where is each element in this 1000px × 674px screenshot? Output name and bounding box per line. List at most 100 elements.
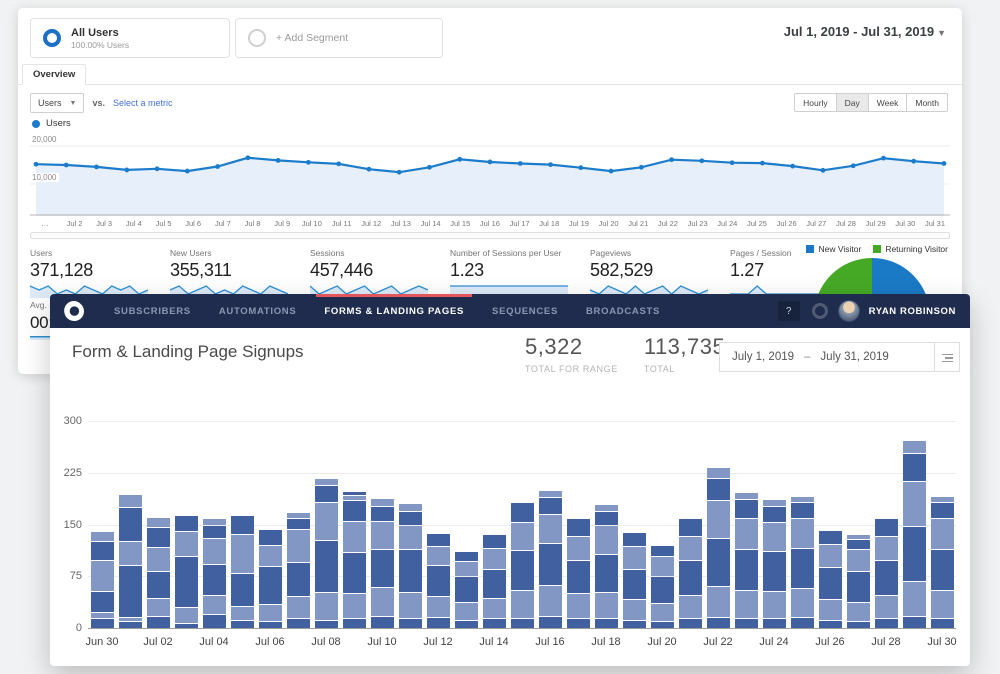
bar-segment bbox=[315, 503, 338, 540]
bar-segment bbox=[119, 542, 142, 565]
metric-label: Sessions bbox=[310, 248, 436, 258]
ga-y-tick-label: 10,000 bbox=[32, 173, 59, 182]
date-separator: – bbox=[804, 351, 810, 363]
tab-overview[interactable]: Overview bbox=[22, 64, 86, 85]
bar-segment bbox=[539, 586, 562, 616]
granularity-hourly-button[interactable]: Hourly bbox=[794, 93, 837, 112]
bar-segment bbox=[287, 619, 310, 628]
nav-item-automations[interactable]: AUTOMATIONS bbox=[205, 294, 311, 328]
page-title: Form & Landing Page Signups bbox=[72, 342, 304, 362]
bar-segment bbox=[203, 519, 226, 525]
bar-segment bbox=[483, 535, 506, 548]
bar-segment bbox=[651, 546, 674, 557]
bar-segment bbox=[931, 550, 954, 590]
bar-segment bbox=[455, 562, 478, 576]
ga-x-tick-label: Jul 23 bbox=[683, 219, 713, 228]
legend-label: New Visitor bbox=[818, 244, 861, 254]
bar-segment bbox=[343, 553, 366, 593]
stat-block: 113,735 TOTAL bbox=[644, 334, 725, 374]
bar-segment bbox=[903, 582, 926, 616]
granularity-month-button[interactable]: Month bbox=[907, 93, 948, 112]
bar-segment bbox=[623, 547, 646, 569]
granularity-day-button[interactable]: Day bbox=[837, 93, 869, 112]
ga-date-range-selector[interactable]: Jul 1, 2019 - Jul 31, 2019▼ bbox=[784, 24, 946, 39]
ga-chart-legend: Users bbox=[32, 118, 71, 129]
bar-segment bbox=[567, 561, 590, 593]
bar-segment bbox=[203, 565, 226, 595]
convertkit-logo-icon[interactable] bbox=[62, 299, 86, 323]
bar-segment bbox=[231, 607, 254, 620]
ga-users-line-chart: 20,00010,000 bbox=[30, 130, 950, 216]
chevron-down-icon: ▼ bbox=[937, 28, 946, 38]
bar-segment bbox=[567, 537, 590, 560]
bar-segment bbox=[287, 597, 310, 618]
ga-x-tick-label: Jul 25 bbox=[742, 219, 772, 228]
ck-nav-menu: SUBSCRIBERSAUTOMATIONSFORMS & LANDING PA… bbox=[100, 294, 674, 328]
granularity-week-button[interactable]: Week bbox=[869, 93, 908, 112]
bar-segment bbox=[903, 454, 926, 481]
y-tick-label: 75 bbox=[50, 570, 82, 582]
series-dot-icon bbox=[32, 120, 40, 128]
stat-value: 113,735 bbox=[644, 334, 725, 360]
bar-jul-16 bbox=[539, 491, 562, 628]
bar-segment bbox=[819, 568, 842, 599]
bar-segment bbox=[343, 492, 366, 494]
metric-select-dropdown[interactable]: Users ▼ bbox=[30, 93, 84, 113]
date-options-button[interactable] bbox=[935, 342, 960, 372]
bar-segment bbox=[679, 519, 702, 535]
nav-item-sequences[interactable]: SEQUENCES bbox=[478, 294, 572, 328]
select-a-metric-link[interactable]: Select a metric bbox=[113, 98, 173, 108]
bar-segment bbox=[147, 518, 170, 527]
add-segment-button[interactable]: + Add Segment bbox=[235, 18, 443, 58]
bar-segment bbox=[679, 596, 702, 619]
bar-segment bbox=[595, 512, 618, 526]
bar-segment bbox=[847, 550, 870, 571]
bar-segment bbox=[539, 498, 562, 514]
all-users-segment-chip[interactable]: All Users 100.00% Users bbox=[30, 18, 230, 58]
bar-segment bbox=[539, 544, 562, 584]
bar-segment bbox=[147, 548, 170, 571]
date-start: July 1, 2019 bbox=[732, 351, 794, 363]
bar-segment bbox=[791, 503, 814, 517]
stat-block: 5,322TOTAL FOR RANGE bbox=[525, 334, 618, 374]
date-range-input[interactable]: July 1, 2019 – July 31, 2019 bbox=[719, 342, 935, 372]
ga-timeline-strip[interactable] bbox=[30, 232, 950, 239]
ga-x-tick-label: Jul 17 bbox=[505, 219, 535, 228]
convertkit-window: SUBSCRIBERSAUTOMATIONSFORMS & LANDING PA… bbox=[50, 294, 970, 666]
help-button[interactable]: ? bbox=[778, 301, 800, 321]
segment-title: All Users bbox=[71, 27, 129, 40]
bar-segment bbox=[231, 516, 254, 534]
bar-jul-26 bbox=[819, 531, 842, 628]
pie-legend: New VisitorReturning Visitor bbox=[794, 244, 948, 254]
bar-segment bbox=[763, 500, 786, 506]
bar-jun-30 bbox=[91, 532, 114, 628]
stat-label: TOTAL FOR RANGE bbox=[525, 364, 618, 374]
bar-segment bbox=[455, 621, 478, 628]
bar-segment bbox=[875, 561, 898, 595]
bar-jul-21 bbox=[679, 519, 702, 628]
bar-segment bbox=[175, 624, 198, 629]
metric-value: 1.23 bbox=[450, 260, 576, 281]
bar-segment bbox=[287, 530, 310, 562]
bar-segment bbox=[931, 591, 954, 618]
stat-label: TOTAL bbox=[644, 364, 725, 374]
ga-x-tick-label: Jul 20 bbox=[594, 219, 624, 228]
bar-segment bbox=[791, 618, 814, 628]
nav-item-broadcasts[interactable]: BROADCASTS bbox=[572, 294, 674, 328]
nav-item-subscribers[interactable]: SUBSCRIBERS bbox=[100, 294, 205, 328]
gridline-0 bbox=[88, 628, 956, 629]
ga-x-tick-label: … bbox=[30, 219, 60, 228]
notification-ring-icon[interactable] bbox=[812, 303, 828, 319]
nav-item-forms-landing-pages[interactable]: FORMS & LANDING PAGES bbox=[310, 294, 478, 328]
avatar[interactable] bbox=[838, 300, 860, 322]
signups-bar-chart: 300225150750Jun 30Jul 02Jul 04Jul 06Jul … bbox=[50, 406, 970, 656]
ga-x-tick-label: Jul 19 bbox=[564, 219, 594, 228]
bar-segment bbox=[819, 621, 842, 628]
bar-segment bbox=[203, 596, 226, 614]
bar-segment bbox=[259, 622, 282, 628]
bar-jul-17 bbox=[567, 519, 590, 628]
bar-segment bbox=[287, 519, 310, 529]
x-tick-label: Jul 08 bbox=[311, 636, 340, 648]
add-segment-label: + Add Segment bbox=[276, 32, 348, 44]
user-name[interactable]: RYAN ROBINSON bbox=[869, 306, 956, 317]
